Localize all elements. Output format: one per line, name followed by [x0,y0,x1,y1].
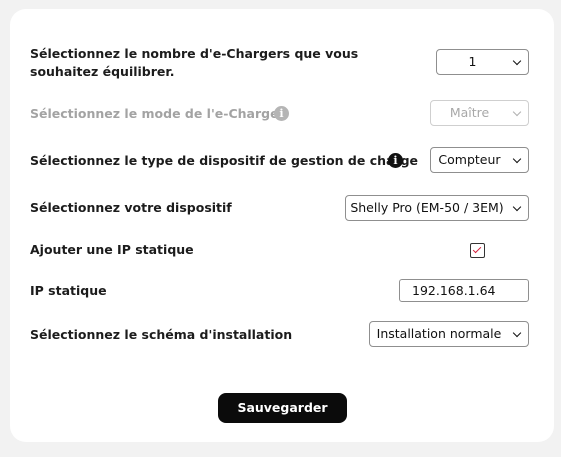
device-select[interactable]: Shelly Pro (EM-50 / 3EM) [345,195,529,221]
info-icon[interactable]: i [388,153,403,168]
static-ip-checkbox[interactable] [470,243,485,258]
static-ip-label: IP statique [30,283,107,298]
chargers-count-value: 1 [468,54,477,69]
chevron-down-icon [512,328,522,338]
chevron-down-icon [512,107,522,117]
installation-scheme-value: Installation normale [376,326,502,341]
charger-mode-value: Maître [449,105,490,120]
settings-card: Sélectionnez le nombre d'e-Chargers que … [10,9,554,442]
static-ip-input[interactable]: 192.168.1.64 [399,279,529,302]
chevron-down-icon [512,202,522,212]
chevron-down-icon [512,56,522,66]
load-device-type-value: Compteur [438,152,501,167]
check-icon [472,244,482,254]
device-label: Sélectionnez votre dispositif [30,200,232,215]
save-button[interactable]: Sauvegarder [218,393,347,423]
static-ip-toggle-label: Ajouter une IP statique [30,242,194,257]
load-device-type-select[interactable]: Compteur [430,147,529,173]
charger-mode-label: Sélectionnez le mode de l'e-Charger [30,106,285,121]
info-icon[interactable]: i [274,106,289,121]
load-device-type-label: Sélectionnez le type de dispositif de ge… [30,153,419,168]
chargers-count-label: Sélectionnez le nombre d'e-Chargers que … [30,46,359,79]
chargers-count-select[interactable]: 1 [436,49,529,75]
installation-scheme-label: Sélectionnez le schéma d'installation [30,327,293,342]
chevron-down-icon [512,154,522,164]
charger-mode-select: Maître [430,100,529,126]
device-value: Shelly Pro (EM-50 / 3EM) [350,200,504,215]
installation-scheme-select[interactable]: Installation normale [369,321,529,347]
